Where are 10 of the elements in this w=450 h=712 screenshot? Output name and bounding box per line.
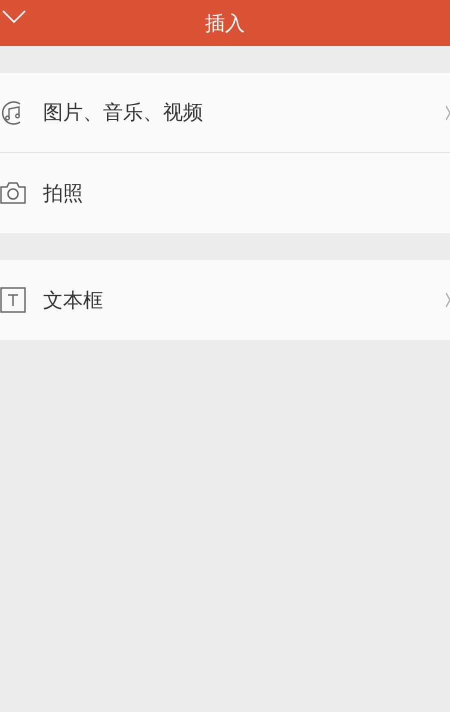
- item-label: 拍照: [43, 180, 84, 206]
- chevron-down-icon[interactable]: [2, 10, 26, 24]
- text-box-icon: [0, 287, 26, 313]
- menu-item[interactable]: 拍照: [0, 153, 450, 233]
- camera-icon: [0, 182, 26, 204]
- header-title: 插入: [205, 10, 245, 36]
- item-label: 文本框: [43, 286, 104, 314]
- menu-item[interactable]: 图片、音乐、视频: [0, 73, 450, 153]
- menu-item[interactable]: 文本框: [0, 260, 450, 340]
- item-label: 图片、音乐、视频: [43, 99, 204, 126]
